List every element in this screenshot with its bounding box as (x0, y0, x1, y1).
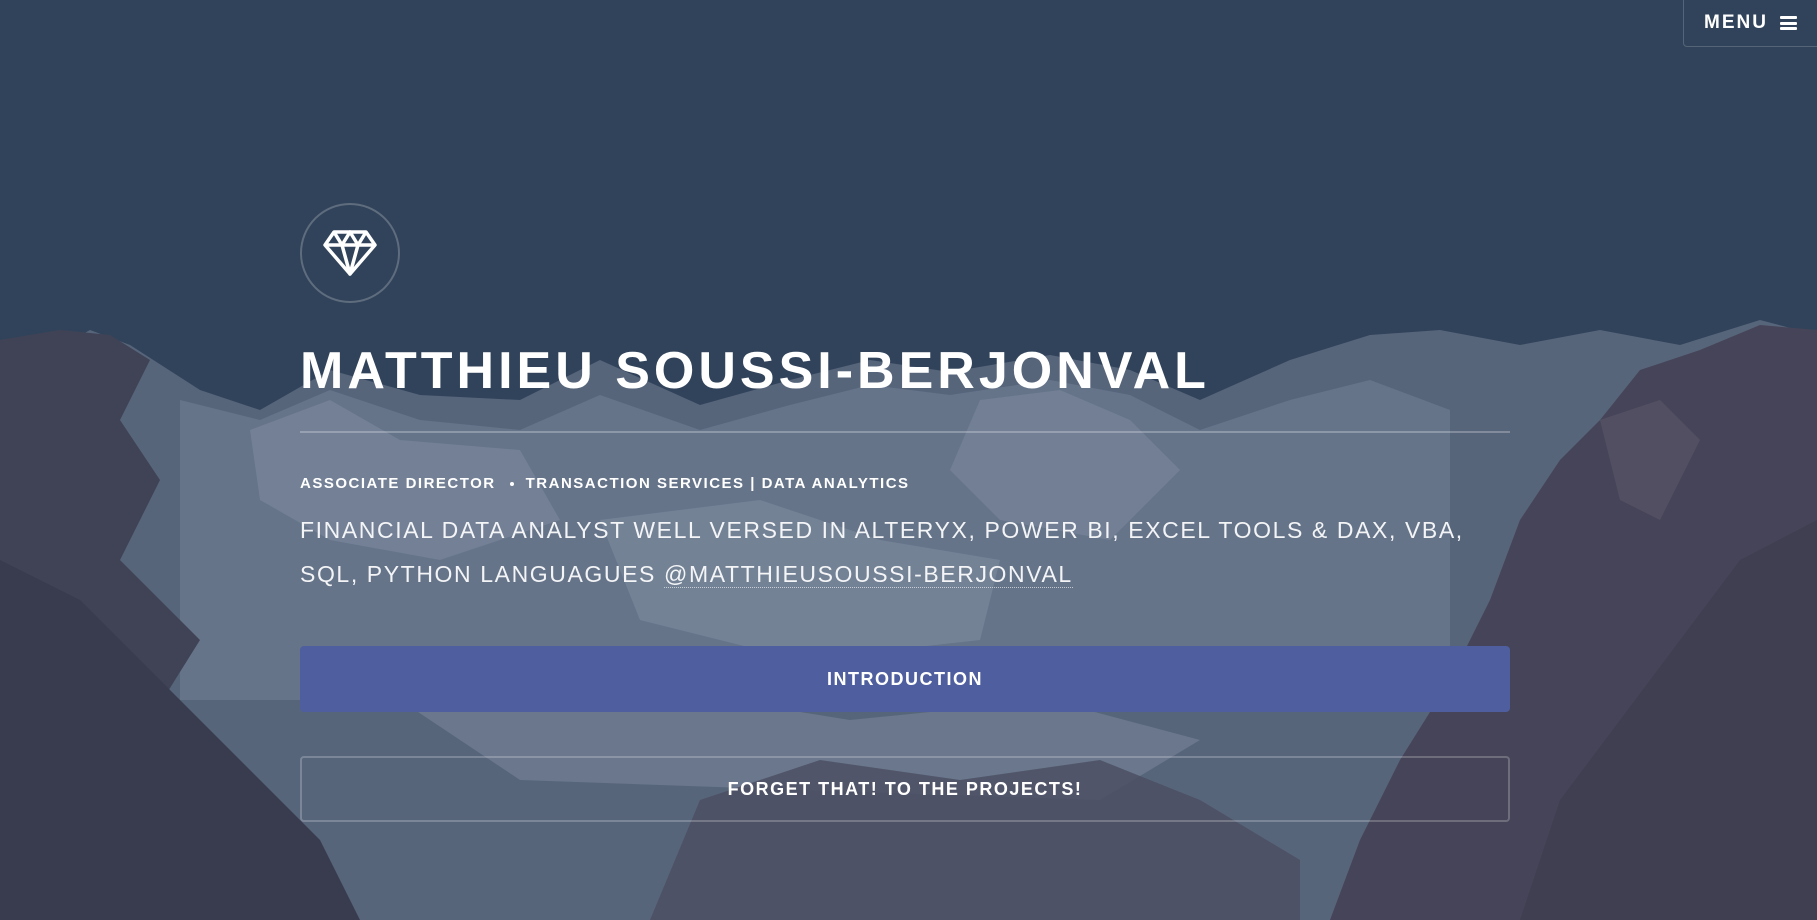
projects-button[interactable]: FORGET THAT! TO THE PROJECTS! (300, 756, 1510, 822)
role-label: ASSOCIATE DIRECTOR (300, 475, 496, 492)
menu-button[interactable]: MENU (1683, 0, 1817, 47)
menu-label: MENU (1704, 12, 1768, 33)
logo-badge (300, 203, 400, 303)
introduction-button-label: INTRODUCTION (827, 668, 983, 689)
subtitle: ASSOCIATE DIRECTOR TRANSACTION SERVICES … (300, 475, 1510, 492)
description: FINANCIAL DATA ANALYST WELL VERSED IN AL… (300, 508, 1510, 596)
page-title: MATTHIEU SOUSSI-BERJONVAL (300, 342, 1210, 400)
department-label: TRANSACTION SERVICES | DATA ANALYTICS (525, 475, 910, 492)
divider (300, 431, 1510, 433)
introduction-button[interactable]: INTRODUCTION (300, 646, 1510, 712)
hero-content: MATTHIEU SOUSSI-BERJONVAL ASSOCIATE DIRE… (300, 203, 1510, 822)
handle-link[interactable]: @MATTHIEUSOUSSI-BERJONVAL (664, 561, 1073, 588)
projects-button-label: FORGET THAT! TO THE PROJECTS! (727, 778, 1083, 799)
hamburger-icon (1779, 16, 1797, 30)
separator-dot (509, 481, 514, 486)
diamond-icon (323, 230, 377, 276)
hero-page: MENU MATTHIEU SOUSSI-BERJONVAL ASSOCIATE… (0, 0, 1817, 920)
